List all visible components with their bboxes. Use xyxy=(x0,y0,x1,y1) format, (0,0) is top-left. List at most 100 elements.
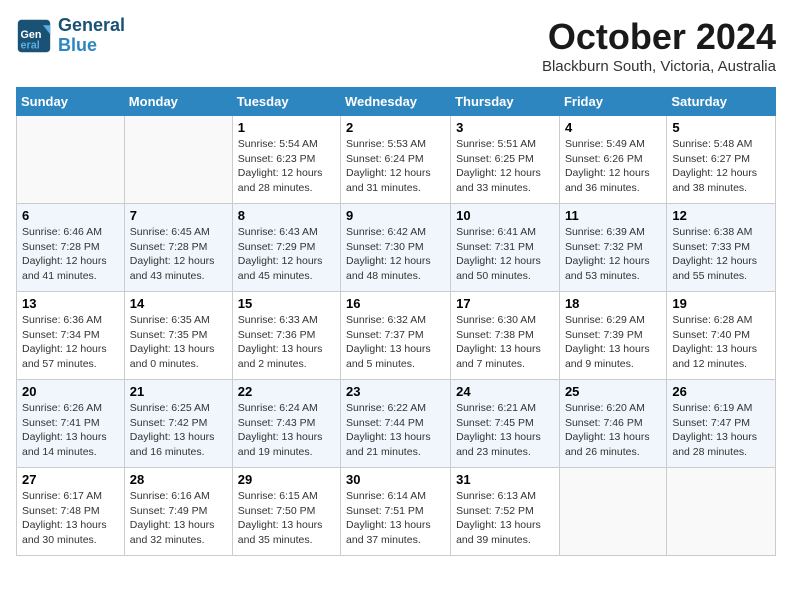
sunrise-text: Sunrise: 6:17 AM xyxy=(22,489,119,504)
day-info: Sunrise: 6:22 AMSunset: 7:44 PMDaylight:… xyxy=(346,401,445,460)
daylight-text: Daylight: 13 hours and 21 minutes. xyxy=(346,430,445,459)
day-info: Sunrise: 6:35 AMSunset: 7:35 PMDaylight:… xyxy=(130,313,227,372)
sunrise-text: Sunrise: 6:28 AM xyxy=(672,313,770,328)
daylight-text: Daylight: 12 hours and 28 minutes. xyxy=(238,166,335,195)
calendar-week-row: 13Sunrise: 6:36 AMSunset: 7:34 PMDayligh… xyxy=(17,292,776,380)
sunset-text: Sunset: 7:33 PM xyxy=(672,240,770,255)
day-info: Sunrise: 6:30 AMSunset: 7:38 PMDaylight:… xyxy=(456,313,554,372)
day-number: 21 xyxy=(130,384,227,399)
sunrise-text: Sunrise: 6:15 AM xyxy=(238,489,335,504)
daylight-text: Daylight: 13 hours and 32 minutes. xyxy=(130,518,227,547)
calendar-day-cell xyxy=(124,116,232,204)
sunset-text: Sunset: 7:32 PM xyxy=(565,240,661,255)
day-info: Sunrise: 6:28 AMSunset: 7:40 PMDaylight:… xyxy=(672,313,770,372)
calendar-day-cell: 31Sunrise: 6:13 AMSunset: 7:52 PMDayligh… xyxy=(451,468,560,556)
sunrise-text: Sunrise: 5:49 AM xyxy=(565,137,661,152)
column-header-monday: Monday xyxy=(124,88,232,116)
day-number: 3 xyxy=(456,120,554,135)
column-header-friday: Friday xyxy=(559,88,666,116)
calendar-day-cell: 17 Sunrise: 6:30 AMSunset: 7:38 PMDayligh… xyxy=(451,292,560,380)
sunrise-text: Sunrise: 6:42 AM xyxy=(346,225,445,240)
daylight-text: Daylight: 12 hours and 55 minutes. xyxy=(672,254,770,283)
day-number: 5 xyxy=(672,120,770,135)
day-number: 22 xyxy=(238,384,335,399)
daylight-text: Daylight: 12 hours and 48 minutes. xyxy=(346,254,445,283)
sunset-text: Sunset: 7:50 PM xyxy=(238,504,335,519)
day-info: Sunrise: 6:20 AMSunset: 7:46 PMDaylight:… xyxy=(565,401,661,460)
sunrise-text: Sunrise: 6:41 AM xyxy=(456,225,554,240)
calendar-day-cell: 5 Sunrise: 5:48 AMSunset: 6:27 PMDaylight… xyxy=(667,116,776,204)
sunset-text: Sunset: 7:28 PM xyxy=(22,240,119,255)
sunset-text: Sunset: 7:36 PM xyxy=(238,328,335,343)
sunset-text: Sunset: 6:24 PM xyxy=(346,152,445,167)
calendar-week-row: 27Sunrise: 6:17 AMSunset: 7:48 PMDayligh… xyxy=(17,468,776,556)
day-number: 15 xyxy=(238,296,335,311)
sunrise-text: Sunrise: 6:21 AM xyxy=(456,401,554,416)
day-info: Sunrise: 6:17 AMSunset: 7:48 PMDaylight:… xyxy=(22,489,119,548)
daylight-text: Daylight: 13 hours and 12 minutes. xyxy=(672,342,770,371)
column-header-thursday: Thursday xyxy=(451,88,560,116)
day-number: 16 xyxy=(346,296,445,311)
daylight-text: Daylight: 13 hours and 7 minutes. xyxy=(456,342,554,371)
day-info: Sunrise: 5:54 AMSunset: 6:23 PMDaylight:… xyxy=(238,137,335,196)
calendar-day-cell: 27Sunrise: 6:17 AMSunset: 7:48 PMDayligh… xyxy=(17,468,125,556)
calendar-day-cell: 2Sunrise: 5:53 AMSunset: 6:24 PMDaylight… xyxy=(341,116,451,204)
day-number: 20 xyxy=(22,384,119,399)
daylight-text: Daylight: 12 hours and 50 minutes. xyxy=(456,254,554,283)
day-info: Sunrise: 6:24 AMSunset: 7:43 PMDaylight:… xyxy=(238,401,335,460)
sunrise-text: Sunrise: 6:22 AM xyxy=(346,401,445,416)
daylight-text: Daylight: 13 hours and 2 minutes. xyxy=(238,342,335,371)
daylight-text: Daylight: 12 hours and 33 minutes. xyxy=(456,166,554,195)
day-number: 24 xyxy=(456,384,554,399)
calendar-day-cell: 22 Sunrise: 6:24 AMSunset: 7:43 PMDayligh… xyxy=(232,380,340,468)
calendar-table: SundayMondayTuesdayWednesdayThursdayFrid… xyxy=(16,87,776,556)
calendar-day-cell: 21Sunrise: 6:25 AMSunset: 7:42 PMDayligh… xyxy=(124,380,232,468)
daylight-text: Daylight: 13 hours and 30 minutes. xyxy=(22,518,119,547)
day-info: Sunrise: 5:48 AMSunset: 6:27 PMDaylight:… xyxy=(672,137,770,196)
day-info: Sunrise: 6:32 AMSunset: 7:37 PMDaylight:… xyxy=(346,313,445,372)
day-number: 4 xyxy=(565,120,661,135)
daylight-text: Daylight: 13 hours and 5 minutes. xyxy=(346,342,445,371)
day-number: 17 xyxy=(456,296,554,311)
sunset-text: Sunset: 6:27 PM xyxy=(672,152,770,167)
sunset-text: Sunset: 7:35 PM xyxy=(130,328,227,343)
calendar-day-cell: 8Sunrise: 6:43 AMSunset: 7:29 PMDaylight… xyxy=(232,204,340,292)
calendar-day-cell xyxy=(667,468,776,556)
calendar-day-cell: 6Sunrise: 6:46 AMSunset: 7:28 PMDaylight… xyxy=(17,204,125,292)
daylight-text: Daylight: 13 hours and 16 minutes. xyxy=(130,430,227,459)
sunrise-text: Sunrise: 6:32 AM xyxy=(346,313,445,328)
daylight-text: Daylight: 12 hours and 57 minutes. xyxy=(22,342,119,371)
day-number: 28 xyxy=(130,472,227,487)
calendar-day-cell: 1Sunrise: 5:54 AMSunset: 6:23 PMDaylight… xyxy=(232,116,340,204)
calendar-day-cell: 13Sunrise: 6:36 AMSunset: 7:34 PMDayligh… xyxy=(17,292,125,380)
day-number: 29 xyxy=(238,472,335,487)
day-number: 2 xyxy=(346,120,445,135)
calendar-week-row: 6Sunrise: 6:46 AMSunset: 7:28 PMDaylight… xyxy=(17,204,776,292)
day-number: 30 xyxy=(346,472,445,487)
calendar-day-cell: 10Sunrise: 6:41 AMSunset: 7:31 PMDayligh… xyxy=(451,204,560,292)
column-header-wednesday: Wednesday xyxy=(341,88,451,116)
page-header: Gen eral General Blue October 2024 Black… xyxy=(16,16,776,75)
sunrise-text: Sunrise: 6:30 AM xyxy=(456,313,554,328)
sunset-text: Sunset: 7:45 PM xyxy=(456,416,554,431)
sunset-text: Sunset: 6:23 PM xyxy=(238,152,335,167)
calendar-day-cell: 4Sunrise: 5:49 AMSunset: 6:26 PMDaylight… xyxy=(559,116,666,204)
day-info: Sunrise: 6:41 AMSunset: 7:31 PMDaylight:… xyxy=(456,225,554,284)
day-info: Sunrise: 6:14 AMSunset: 7:51 PMDaylight:… xyxy=(346,489,445,548)
sunset-text: Sunset: 6:25 PM xyxy=(456,152,554,167)
sunset-text: Sunset: 7:47 PM xyxy=(672,416,770,431)
calendar-day-cell: 7Sunrise: 6:45 AMSunset: 7:28 PMDaylight… xyxy=(124,204,232,292)
sunrise-text: Sunrise: 6:16 AM xyxy=(130,489,227,504)
calendar-day-cell: 9Sunrise: 6:42 AMSunset: 7:30 PMDaylight… xyxy=(341,204,451,292)
day-info: Sunrise: 6:36 AMSunset: 7:34 PMDaylight:… xyxy=(22,313,119,372)
day-info: Sunrise: 6:45 AMSunset: 7:28 PMDaylight:… xyxy=(130,225,227,284)
calendar-day-cell: 19Sunrise: 6:28 AMSunset: 7:40 PMDayligh… xyxy=(667,292,776,380)
sunrise-text: Sunrise: 6:36 AM xyxy=(22,313,119,328)
sunrise-text: Sunrise: 6:26 AM xyxy=(22,401,119,416)
sunrise-text: Sunrise: 6:20 AM xyxy=(565,401,661,416)
calendar-header-row: SundayMondayTuesdayWednesdayThursdayFrid… xyxy=(17,88,776,116)
daylight-text: Daylight: 12 hours and 45 minutes. xyxy=(238,254,335,283)
sunrise-text: Sunrise: 6:33 AM xyxy=(238,313,335,328)
svg-text:eral: eral xyxy=(21,39,40,51)
day-info: Sunrise: 6:43 AMSunset: 7:29 PMDaylight:… xyxy=(238,225,335,284)
